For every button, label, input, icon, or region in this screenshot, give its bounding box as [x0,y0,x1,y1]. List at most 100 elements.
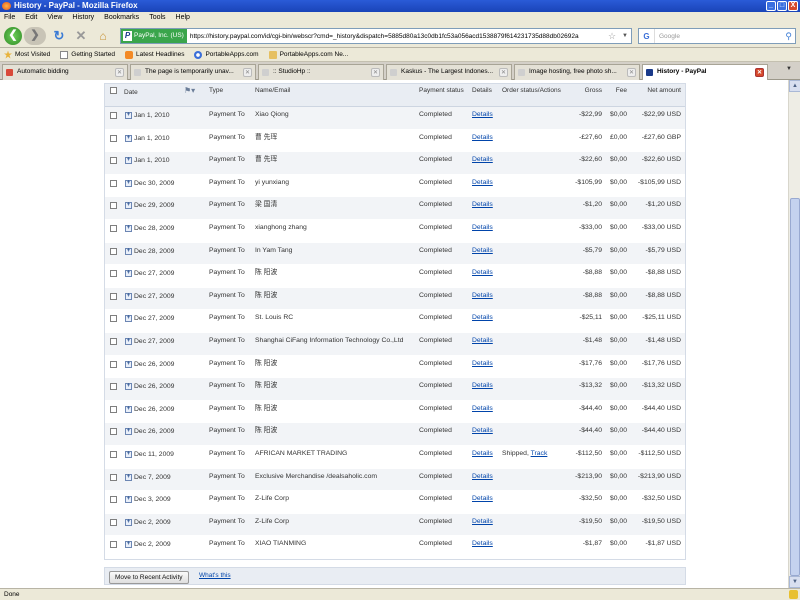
tab-list-icon[interactable]: ▼ [786,66,792,72]
menu-bookmarks[interactable]: Bookmarks [104,12,139,24]
tab-image-hosting[interactable]: Image hosting, free photo sh... ✕ [514,64,640,80]
row-details-link[interactable]: Details [472,314,493,322]
expand-row-icon[interactable]: + [125,518,132,526]
stop-icon[interactable]: ✕ [74,29,88,43]
search-bar[interactable]: G Google ⚲ [638,28,796,44]
row-checkbox[interactable] [110,157,117,165]
tab-kaskus[interactable]: Kaskus - The Largest Indones... ✕ [386,64,512,80]
expand-row-icon[interactable]: + [125,202,132,210]
expand-row-icon[interactable]: + [125,292,132,300]
row-details-link[interactable]: Details [472,111,493,119]
row-checkbox[interactable] [110,292,117,300]
row-checkbox[interactable] [110,202,117,210]
menu-help[interactable]: Help [176,12,190,24]
row-checkbox[interactable] [110,112,117,119]
expand-row-icon[interactable]: + [125,134,132,142]
menu-file[interactable]: File [4,12,15,24]
reload-icon[interactable]: ↻ [52,29,66,43]
expand-row-icon[interactable]: + [125,496,132,504]
expand-row-icon[interactable]: + [125,383,132,391]
row-details-link[interactable]: Details [472,427,493,435]
bookmark-portableapps[interactable]: PortableApps.com [194,48,259,61]
move-to-recent-activity-button[interactable]: Move to Recent Activity [109,571,189,584]
row-details-link[interactable]: Details [472,405,493,413]
tab-close-icon[interactable]: ✕ [115,68,124,77]
row-details-link[interactable]: Details [472,382,493,390]
row-details-link[interactable]: Details [472,450,493,458]
home-icon[interactable]: ⌂ [96,29,110,43]
tab-close-icon[interactable]: ✕ [499,68,508,77]
row-details-link[interactable]: Details [472,495,493,503]
url-dropdown-icon[interactable]: ▼ [619,33,631,39]
row-checkbox[interactable] [110,541,117,549]
row-checkbox[interactable] [110,179,117,187]
security-lock-icon[interactable] [789,590,798,599]
row-checkbox[interactable] [110,518,117,526]
scroll-down-icon[interactable]: ▼ [789,576,800,588]
expand-row-icon[interactable]: + [125,337,132,345]
row-details-link[interactable]: Details [472,540,493,548]
bookmark-star-icon[interactable]: ☆ [605,31,619,42]
row-checkbox[interactable] [110,270,117,278]
expand-row-icon[interactable]: + [125,360,132,368]
row-checkbox[interactable] [110,134,117,142]
flag-filter-icon[interactable]: ⚑▾ [184,87,195,95]
bookmark-most-visited[interactable]: Most Visited [4,48,50,61]
tab-history-paypal[interactable]: History - PayPal ✕ [642,64,768,81]
vertical-scrollbar[interactable]: ▲ ▼ [788,80,800,588]
close-window-button[interactable]: X [788,1,798,11]
tab-page-unavailable[interactable]: The page is temporarily unav... ✕ [130,64,256,80]
expand-row-icon[interactable]: + [125,179,132,187]
menu-edit[interactable]: Edit [25,12,37,24]
row-checkbox[interactable] [110,224,117,232]
row-details-link[interactable]: Details [472,156,493,164]
expand-row-icon[interactable]: + [125,315,132,323]
bookmark-portableapps-news[interactable]: PortableApps.com Ne... [268,48,348,61]
site-identity-button[interactable]: P PayPal, Inc. (US) [121,29,187,43]
row-details-link[interactable]: Details [472,360,493,368]
bookmark-getting-started[interactable]: Getting Started [60,48,115,61]
tab-close-icon[interactable]: ✕ [755,68,764,77]
expand-row-icon[interactable]: + [125,157,132,165]
minimize-button[interactable]: _ [766,1,776,11]
row-details-link[interactable]: Details [472,247,493,255]
menu-tools[interactable]: Tools [149,12,165,24]
tab-automatic-bidding[interactable]: Automatic bidding ✕ [2,64,128,80]
row-details-link[interactable]: Details [472,179,493,187]
maximize-button[interactable]: □ [777,1,787,11]
row-checkbox[interactable] [110,450,117,458]
row-details-link[interactable]: Details [472,518,493,526]
search-input[interactable]: Google [655,33,785,40]
row-checkbox[interactable] [110,337,117,345]
row-details-link[interactable]: Details [472,269,493,277]
row-details-link[interactable]: Details [472,201,493,209]
row-checkbox[interactable] [110,405,117,413]
row-checkbox[interactable] [110,247,117,255]
row-details-link[interactable]: Details [472,337,493,345]
expand-row-icon[interactable]: + [125,247,132,255]
whats-this-link[interactable]: What's this [199,572,231,579]
bookmark-latest-headlines[interactable]: Latest Headlines [125,48,184,61]
back-arrow-icon[interactable]: ❮ [4,27,22,45]
tab-close-icon[interactable]: ✕ [371,68,380,77]
search-magnifier-icon[interactable]: ⚲ [785,31,795,42]
col-date-header[interactable]: Date [124,89,138,97]
scroll-up-icon[interactable]: ▲ [789,80,800,92]
expand-row-icon[interactable]: + [125,405,132,413]
address-bar[interactable]: P PayPal, Inc. (US) https://history.payp… [120,28,632,44]
row-details-link[interactable]: Details [472,473,493,481]
menu-view[interactable]: View [47,12,62,24]
row-details-link[interactable]: Details [472,224,493,232]
expand-row-icon[interactable]: + [125,450,132,458]
row-checkbox[interactable] [110,315,117,323]
forward-arrow-icon[interactable]: ❯ [24,27,46,45]
tab-close-icon[interactable]: ✕ [627,68,636,77]
expand-row-icon[interactable]: + [125,224,132,232]
url-text[interactable]: https://history.paypal.com/id/cgi-bin/we… [187,33,605,40]
expand-row-icon[interactable]: + [125,270,132,278]
tab-studiohp[interactable]: :: StudioHp :: ✕ [258,64,384,80]
expand-row-icon[interactable]: + [125,112,132,119]
row-checkbox[interactable] [110,473,117,481]
row-checkbox[interactable] [110,428,117,436]
google-engine-icon[interactable]: G [639,29,655,43]
